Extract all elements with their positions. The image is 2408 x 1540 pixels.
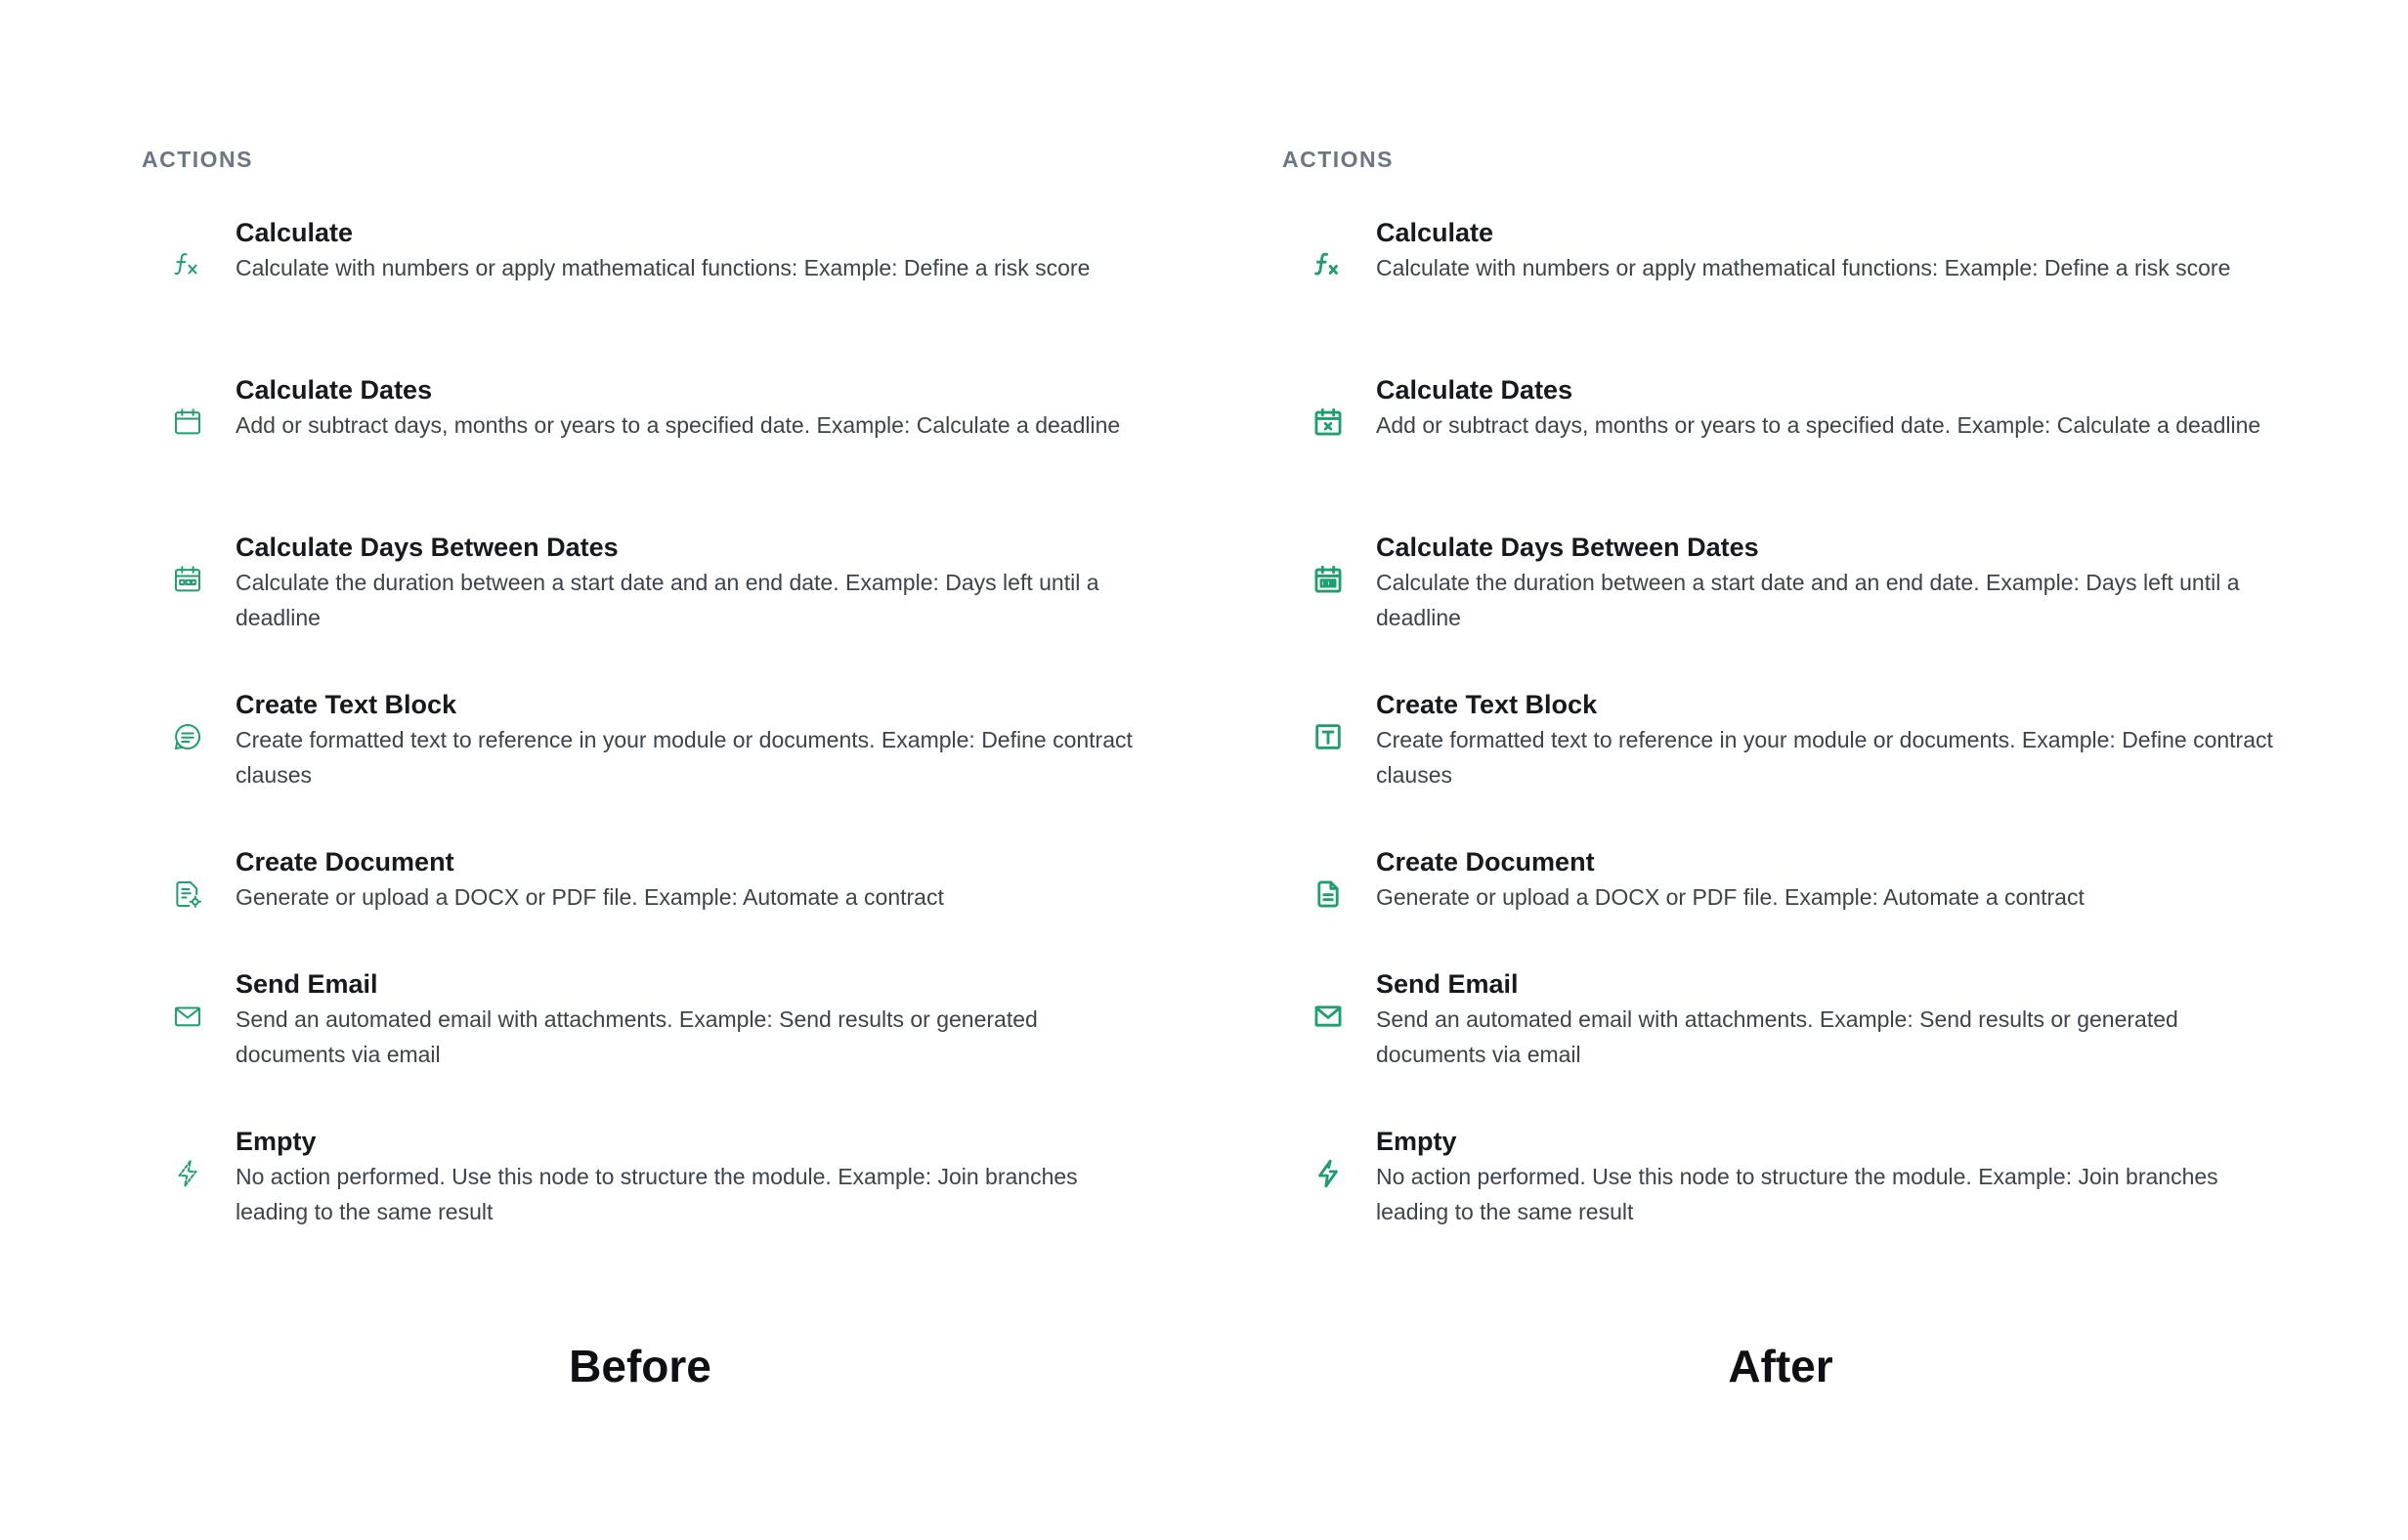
lightning-off-icon — [171, 1157, 204, 1190]
action-description: Calculate with numbers or apply mathemat… — [1376, 255, 2231, 280]
caption-before: Before — [569, 1341, 711, 1391]
envelope-icon — [171, 1000, 204, 1033]
action-description: Add or subtract days, months or years to… — [1376, 412, 2261, 438]
action-name: Calculate Days Between Dates — [236, 533, 619, 562]
action-description: Create formatted text to reference in yo… — [1376, 727, 2273, 788]
action-description: Create formatted text to reference in yo… — [236, 727, 1133, 788]
action-description: Send an automated email with attachments… — [1376, 1006, 2178, 1067]
action-name: Create Document — [236, 847, 454, 877]
calendar-grid-icon — [171, 563, 204, 596]
action-description: Generate or upload a DOCX or PDF file. E… — [236, 884, 944, 910]
action-name: Empty — [1376, 1127, 1457, 1156]
action-description: Calculate the duration between a start d… — [236, 570, 1099, 630]
action-name: Send Email — [1376, 969, 1519, 999]
section-title: ACTIONS — [1282, 147, 1394, 172]
text-t-icon — [1312, 720, 1345, 753]
section-title: ACTIONS — [142, 147, 253, 172]
action-name: Create Text Block — [236, 690, 457, 719]
lightning-off-icon — [1312, 1157, 1345, 1190]
calendar-icon — [171, 406, 204, 439]
calendar-grid-icon — [1312, 563, 1345, 596]
action-name: Empty — [236, 1127, 317, 1156]
action-name: Create Text Block — [1376, 690, 1598, 719]
function-icon — [171, 248, 204, 281]
caption-after: After — [1728, 1341, 1833, 1391]
document-gear-icon — [171, 877, 204, 911]
document-icon — [1312, 877, 1345, 911]
action-description: Calculate the duration between a start d… — [1376, 570, 2240, 630]
action-name: Calculate — [1376, 218, 1494, 247]
function-icon — [1312, 248, 1345, 281]
text-bubble-icon — [171, 720, 204, 753]
action-name: Send Email — [236, 969, 378, 999]
action-description: No action performed. Use this node to st… — [1376, 1164, 2218, 1224]
actions-panel-after: ACTIONS Calculate Calculate with numbers… — [1282, 145, 2299, 1224]
action-description: Calculate with numbers or apply mathemat… — [236, 255, 1091, 280]
action-name: Create Document — [1376, 847, 1595, 877]
action-description: Send an automated email with attachments… — [236, 1006, 1038, 1067]
action-name: Calculate — [236, 218, 354, 247]
action-name: Calculate Dates — [1376, 375, 1573, 405]
envelope-icon — [1312, 1000, 1345, 1033]
action-name: Calculate Dates — [236, 375, 433, 405]
action-description: Add or subtract days, months or years to… — [236, 412, 1121, 438]
calendar-x-icon — [1312, 406, 1345, 439]
action-name: Calculate Days Between Dates — [1376, 533, 1759, 562]
action-description: Generate or upload a DOCX or PDF file. E… — [1376, 884, 2085, 910]
actions-panel-before: ACTIONS Calculate Calculate with numbers… — [142, 145, 1158, 1224]
action-description: No action performed. Use this node to st… — [236, 1164, 1078, 1224]
